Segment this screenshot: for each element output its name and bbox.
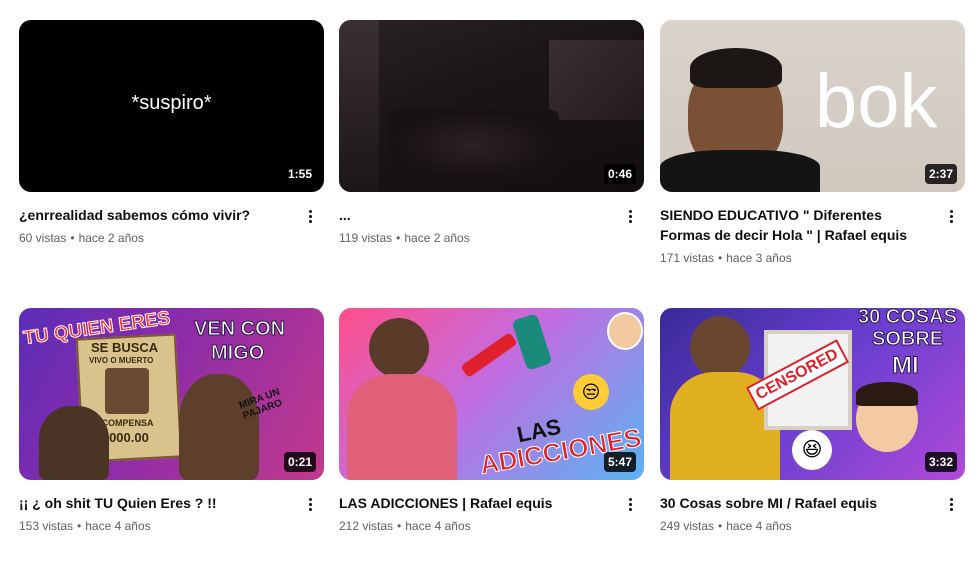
video-title[interactable]: ¿enrrealidad sabemos cómo vivir? [19, 204, 292, 225]
view-count: 60 vistas [19, 231, 67, 245]
arrow-graphic [460, 332, 518, 378]
thumbnail-person [690, 48, 782, 88]
video-stats: 212 vistas • hace 4 años [339, 517, 612, 535]
thumbnail-caption: SOBRE [871, 328, 944, 351]
upload-age: hace 4 años [85, 519, 151, 533]
video-thumbnail[interactable]: 😒 LAS ADICCIONES 5:47 [339, 308, 644, 480]
upload-age: hace 2 años [78, 231, 144, 245]
view-count: 249 vistas [660, 519, 715, 533]
upload-age: hace 4 años [405, 519, 471, 533]
separator-dot: • [396, 231, 401, 245]
duration-badge: 5:47 [603, 452, 636, 472]
upload-age: hace 3 años [726, 251, 792, 265]
video-card[interactable]: *suspiro* 1:55 ¿enrrealidad sabemos cómo… [19, 20, 324, 247]
video-details: ... 119 vistas • hace 2 años [339, 204, 644, 247]
thumbnail-caption: VIVO O MUERTO [89, 356, 154, 365]
video-stats: 119 vistas • hace 2 años [339, 229, 612, 247]
duration-badge: 3:32 [924, 452, 957, 472]
duration-badge: 1:55 [283, 164, 316, 184]
emoji-icon: 😆 [792, 430, 832, 470]
more-options-icon[interactable] [300, 492, 320, 516]
thumbnail-person [660, 150, 820, 192]
thumbnail-caption: SE BUSCA [91, 340, 159, 355]
video-details: SIENDO EDUCATIVO " Diferentes Formas de … [660, 204, 965, 267]
separator-dot: • [718, 251, 723, 265]
emoji-icon: 😒 [573, 374, 609, 410]
video-card[interactable]: CENSORED 30 COSAS SOBRE MI 😆 3:32 30 Cos… [660, 308, 965, 535]
avatar [856, 382, 918, 406]
video-card[interactable]: bok 2:37 SIENDO EDUCATIVO " Diferentes F… [660, 20, 965, 267]
upload-age: hace 4 años [726, 519, 792, 533]
avatar [607, 312, 643, 350]
video-stats: 171 vistas • hace 3 años [660, 249, 933, 267]
thumbnail-person [179, 374, 259, 480]
more-options-icon[interactable] [300, 204, 320, 228]
thumbnail-caption: MI [892, 352, 920, 380]
video-details: ¡¡ ¿ oh shit TU Quien Eres ? !! 153 vist… [19, 492, 324, 535]
view-count: 153 vistas [19, 519, 74, 533]
separator-dot: • [718, 519, 723, 533]
video-stats: 249 vistas • hace 4 años [660, 517, 933, 535]
video-stats: 60 vistas • hace 2 años [19, 229, 292, 247]
thumbnail-caption: MIRA UN PAJARO [237, 386, 284, 422]
video-details: 30 Cosas sobre MI / Rafael equis 249 vis… [660, 492, 965, 535]
thumbnail-scene [549, 40, 644, 120]
more-options-icon[interactable] [941, 204, 961, 228]
video-thumbnail[interactable]: *suspiro* 1:55 [19, 20, 324, 192]
thumbnail-person [347, 374, 457, 480]
more-options-icon[interactable] [620, 492, 640, 516]
video-title[interactable]: ... [339, 204, 612, 225]
video-grid: *suspiro* 1:55 ¿enrrealidad sabemos cómo… [0, 0, 980, 566]
separator-dot: • [397, 519, 402, 533]
video-card[interactable]: TU QUIEN ERES SE BUSCA VIVO O MUERTO REC… [19, 308, 324, 535]
video-details: LAS ADICCIONES | Rafael equis 212 vistas… [339, 492, 644, 535]
thumbnail-caption: *suspiro* [131, 92, 212, 114]
video-stats: 153 vistas • hace 4 años [19, 517, 292, 535]
view-count: 171 vistas [660, 251, 715, 265]
duration-badge: 0:46 [603, 164, 636, 184]
video-title[interactable]: SIENDO EDUCATIVO " Diferentes Formas de … [660, 204, 933, 245]
phone-graphic [511, 313, 553, 371]
video-thumbnail[interactable]: 0:46 [339, 20, 644, 192]
video-thumbnail[interactable]: TU QUIEN ERES SE BUSCA VIVO O MUERTO REC… [19, 308, 324, 480]
thumbnail-person [39, 406, 109, 480]
view-count: 212 vistas [339, 519, 394, 533]
video-title[interactable]: LAS ADICCIONES | Rafael equis [339, 492, 612, 513]
more-options-icon[interactable] [941, 492, 961, 516]
view-count: 119 vistas [339, 231, 393, 245]
thumbnail-scene [339, 20, 379, 192]
video-title[interactable]: 30 Cosas sobre MI / Rafael equis [660, 492, 933, 513]
thumbnail-caption: MIGO [210, 342, 265, 365]
thumbnail-scene [389, 110, 559, 180]
separator-dot: • [70, 231, 75, 245]
duration-badge: 2:37 [924, 164, 957, 184]
video-details: ¿enrrealidad sabemos cómo vivir? 60 vist… [19, 204, 324, 247]
thumbnail-caption: VEN CON [193, 318, 286, 341]
thumbnail-caption: bok [815, 59, 938, 144]
more-options-icon[interactable] [620, 204, 640, 228]
thumbnail-person [690, 316, 750, 378]
thumbnail-person [369, 318, 429, 378]
separator-dot: • [77, 519, 82, 533]
video-title[interactable]: ¡¡ ¿ oh shit TU Quien Eres ? !! [19, 492, 292, 513]
video-thumbnail[interactable]: bok 2:37 [660, 20, 965, 192]
thumbnail-caption: 30 COSAS [858, 308, 958, 329]
upload-age: hace 2 años [404, 231, 470, 245]
video-thumbnail[interactable]: CENSORED 30 COSAS SOBRE MI 😆 3:32 [660, 308, 965, 480]
video-card[interactable]: 0:46 ... 119 vistas • hace 2 años [339, 20, 644, 247]
video-card[interactable]: 😒 LAS ADICCIONES 5:47 LAS ADICCIONES | R… [339, 308, 644, 535]
duration-badge: 0:21 [283, 452, 316, 472]
thumbnail-person [105, 368, 149, 414]
